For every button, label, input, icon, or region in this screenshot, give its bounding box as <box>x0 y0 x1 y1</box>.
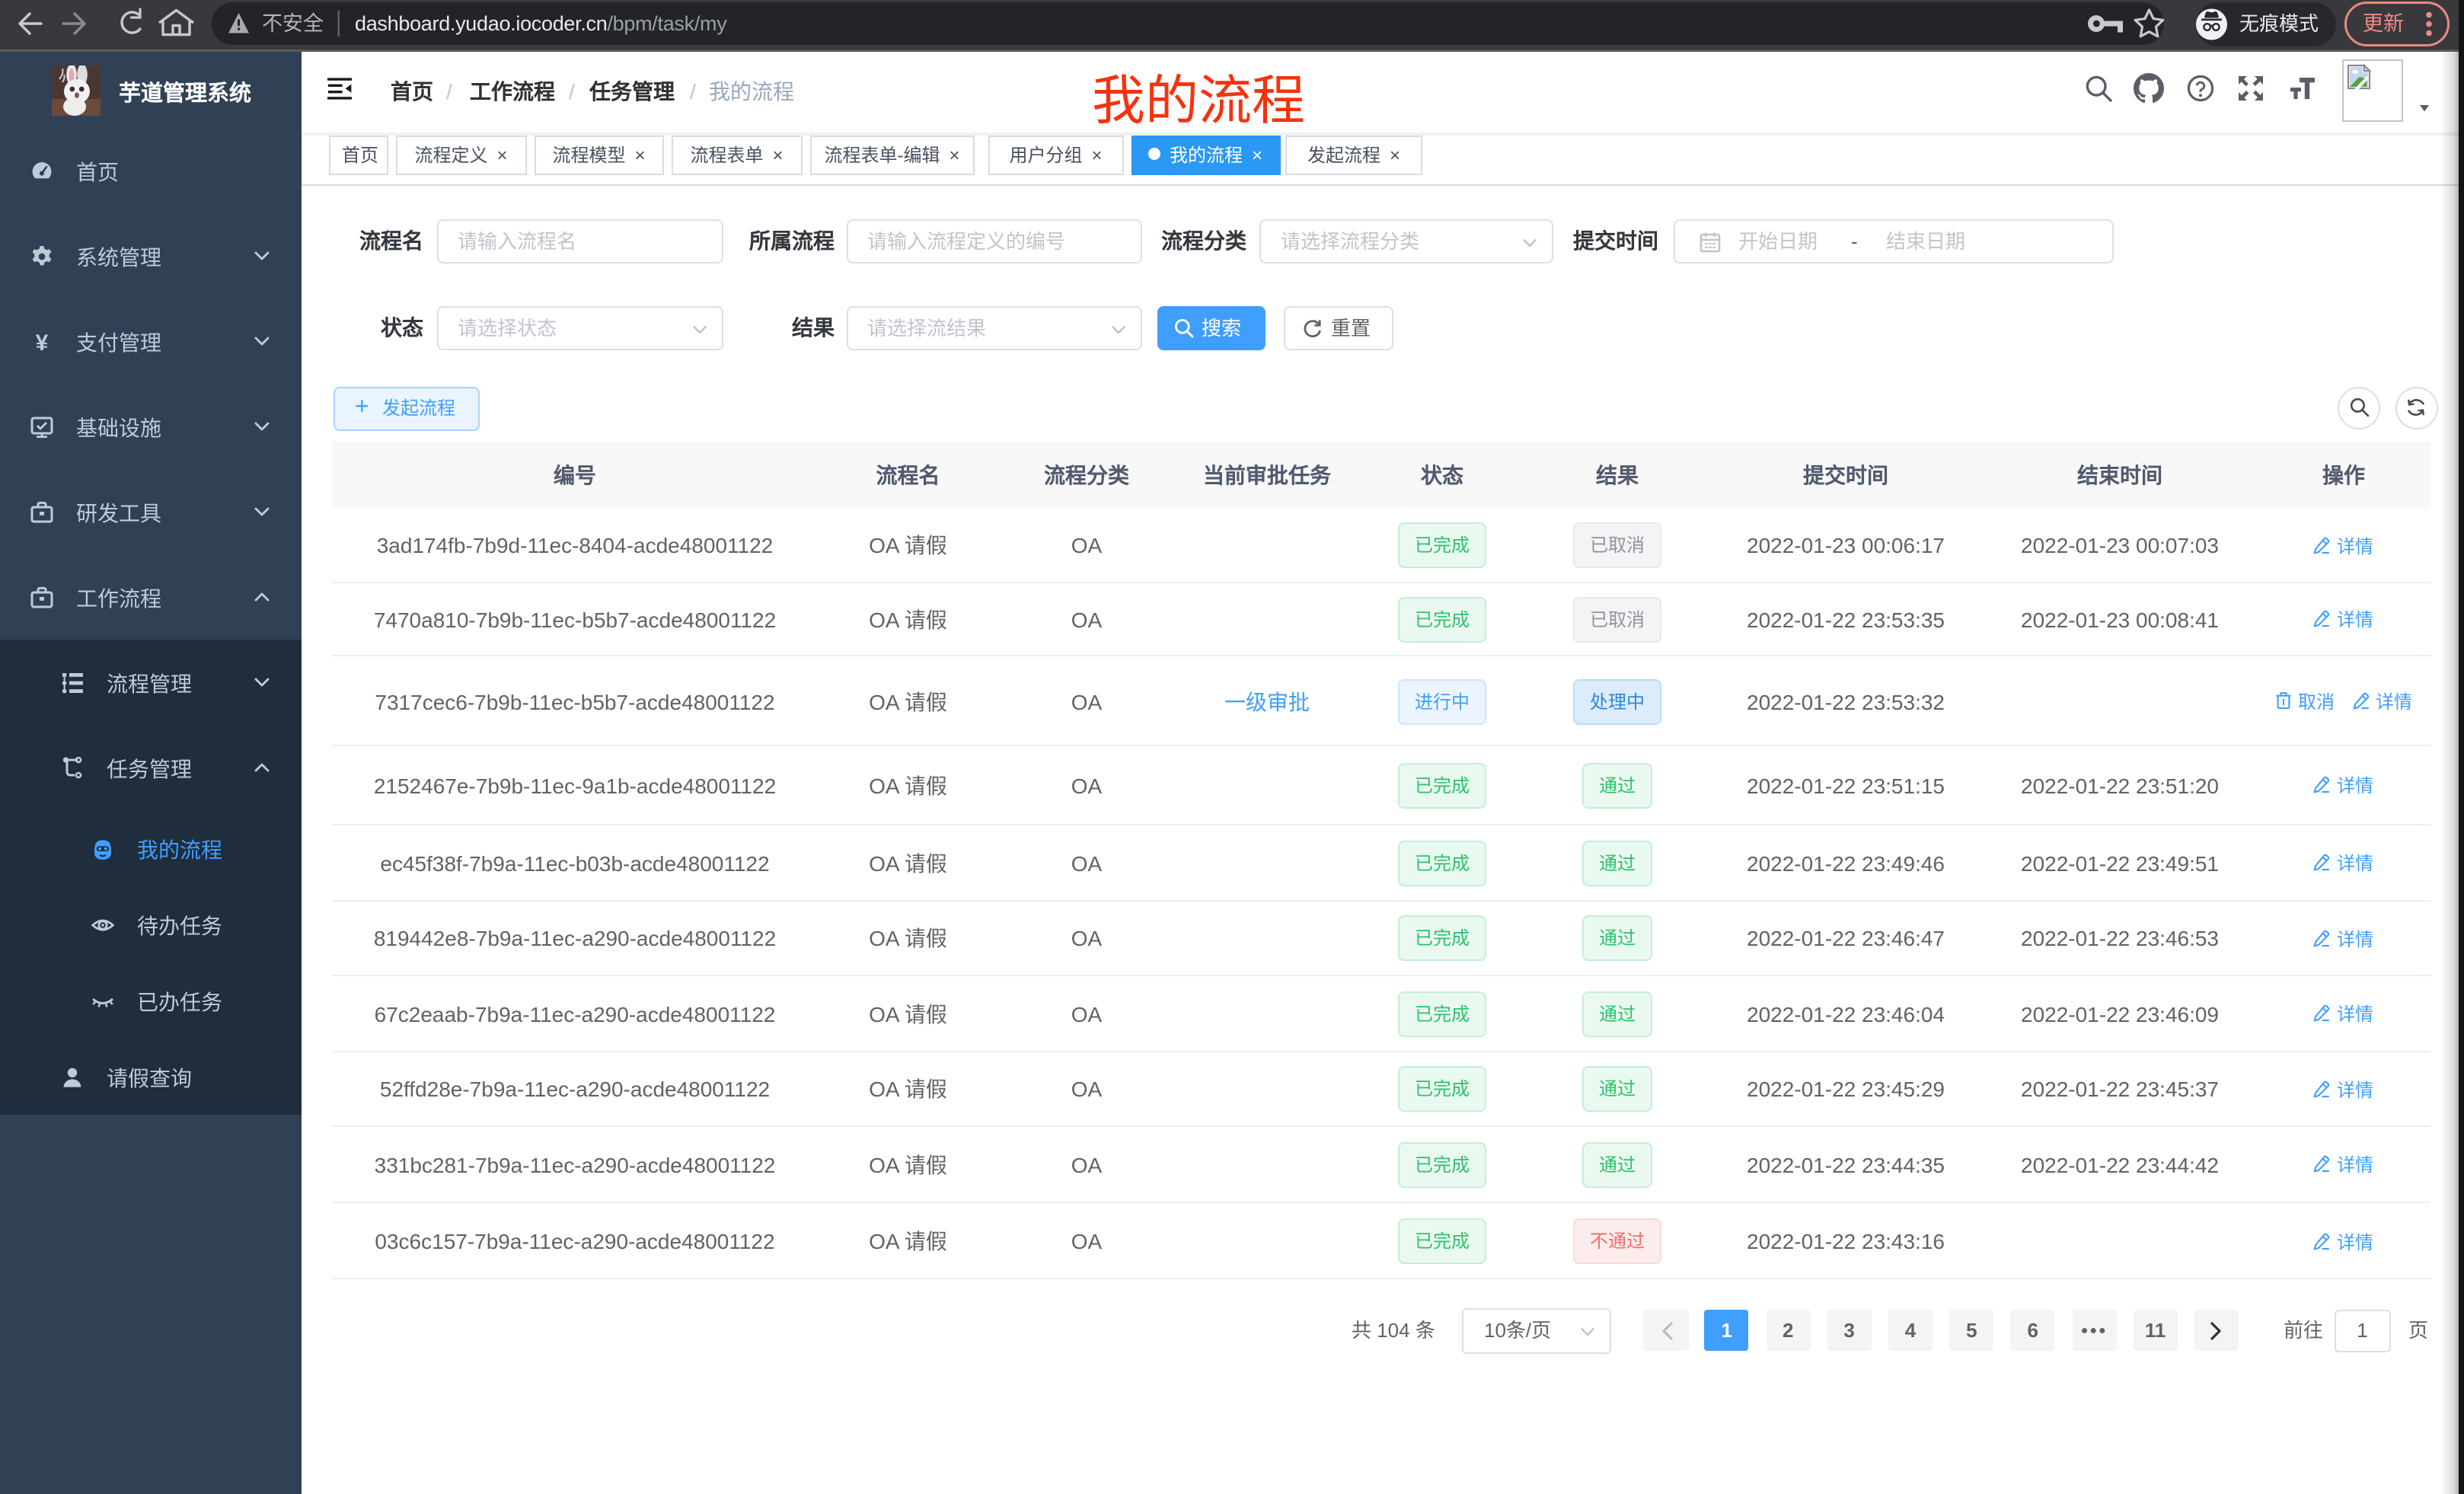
svg-text:¥: ¥ <box>36 330 49 353</box>
